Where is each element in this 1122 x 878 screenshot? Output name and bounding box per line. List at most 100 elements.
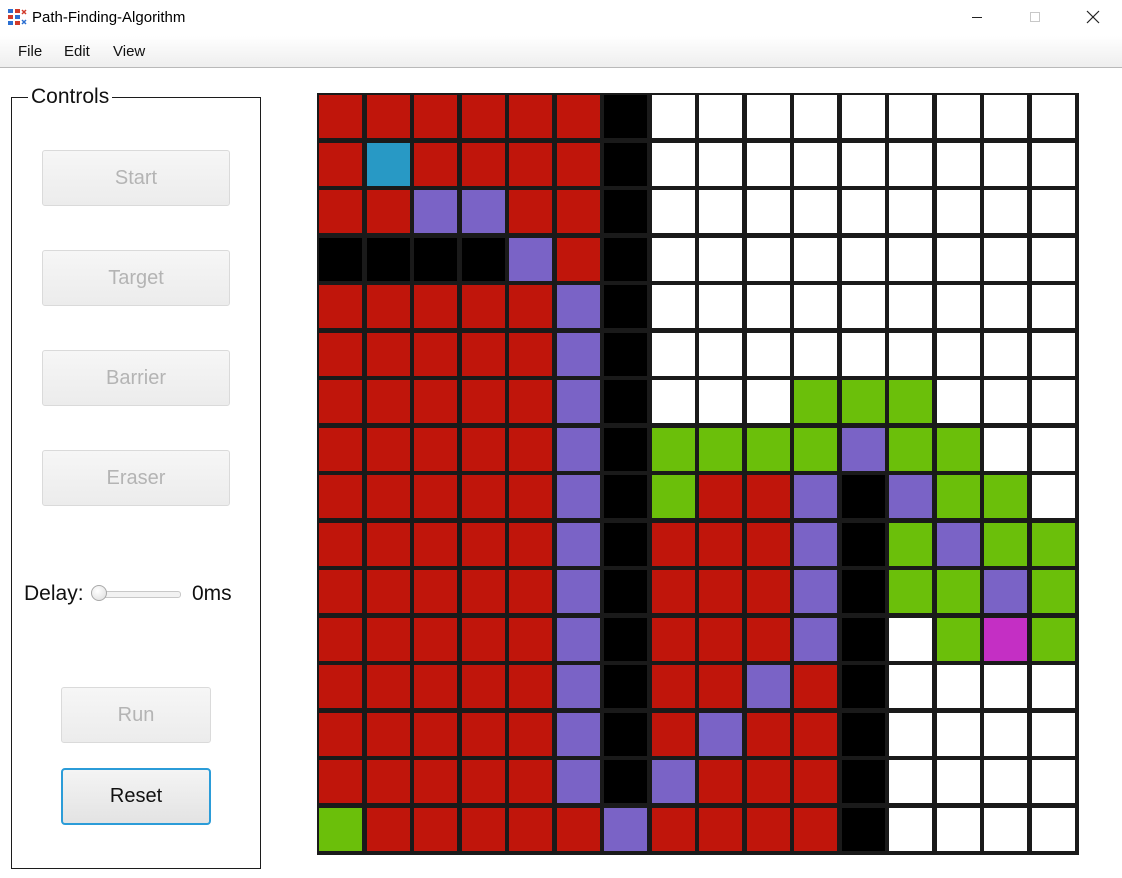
grid-cell-path[interactable]	[889, 475, 932, 518]
grid-cell-empty[interactable]	[699, 95, 742, 138]
grid-cell-empty[interactable]	[1032, 713, 1075, 756]
grid-cell-barrier[interactable]	[842, 523, 885, 566]
grid-cell-path[interactable]	[557, 285, 600, 328]
grid-cell-empty[interactable]	[984, 760, 1027, 803]
grid-cell-empty[interactable]	[652, 190, 695, 233]
grid-cell-visited[interactable]	[699, 523, 742, 566]
grid-cell-visited[interactable]	[367, 523, 410, 566]
grid-cell-empty[interactable]	[937, 285, 980, 328]
grid-cell-visited[interactable]	[462, 285, 505, 328]
grid-cell-empty[interactable]	[984, 665, 1027, 708]
grid-cell-visited[interactable]	[509, 523, 552, 566]
grid-cell-frontier[interactable]	[984, 475, 1027, 518]
grid-cell-empty[interactable]	[699, 380, 742, 423]
grid-cell-barrier[interactable]	[604, 95, 647, 138]
grid-cell-empty[interactable]	[747, 238, 790, 281]
grid-cell-visited[interactable]	[414, 380, 457, 423]
grid-cell-visited[interactable]	[747, 808, 790, 851]
grid-cell-frontier[interactable]	[937, 475, 980, 518]
grid-cell-visited[interactable]	[652, 618, 695, 661]
grid-cell-visited[interactable]	[557, 143, 600, 186]
grid-cell-visited[interactable]	[509, 143, 552, 186]
grid-cell-path[interactable]	[557, 570, 600, 613]
grid-cell-visited[interactable]	[794, 760, 837, 803]
grid-cell-visited[interactable]	[414, 428, 457, 471]
grid-cell-empty[interactable]	[937, 238, 980, 281]
grid-cell-visited[interactable]	[509, 333, 552, 376]
grid-cell-visited[interactable]	[462, 95, 505, 138]
grid-cell-visited[interactable]	[414, 333, 457, 376]
grid-cell-visited[interactable]	[462, 428, 505, 471]
grid-cell-barrier[interactable]	[842, 475, 885, 518]
grid-cell-path[interactable]	[509, 238, 552, 281]
grid-cell-empty[interactable]	[842, 190, 885, 233]
grid-cell-visited[interactable]	[414, 808, 457, 851]
grid-cell-path[interactable]	[794, 523, 837, 566]
grid-cell-visited[interactable]	[509, 760, 552, 803]
grid-cell-path[interactable]	[557, 333, 600, 376]
grid-cell-empty[interactable]	[794, 190, 837, 233]
grid-cell-visited[interactable]	[462, 808, 505, 851]
grid-cell-visited[interactable]	[699, 665, 742, 708]
grid-cell-path[interactable]	[414, 190, 457, 233]
grid-cell-empty[interactable]	[699, 143, 742, 186]
grid-cell-visited[interactable]	[462, 570, 505, 613]
maximize-button[interactable]	[1012, 0, 1058, 34]
grid-cell-barrier[interactable]	[604, 333, 647, 376]
grid-cell-frontier[interactable]	[794, 428, 837, 471]
grid-cell-visited[interactable]	[367, 95, 410, 138]
barrier-button[interactable]: Barrier	[42, 350, 230, 406]
grid-cell-visited[interactable]	[367, 760, 410, 803]
grid-cell-barrier[interactable]	[319, 238, 362, 281]
grid-cell-visited[interactable]	[367, 665, 410, 708]
grid-cell-visited[interactable]	[794, 665, 837, 708]
grid-cell-empty[interactable]	[984, 95, 1027, 138]
grid-cell-visited[interactable]	[319, 428, 362, 471]
grid-cell-frontier[interactable]	[889, 523, 932, 566]
grid-cell-empty[interactable]	[842, 285, 885, 328]
grid-cell-visited[interactable]	[699, 618, 742, 661]
grid-cell-visited[interactable]	[414, 713, 457, 756]
grid-cell-empty[interactable]	[984, 808, 1027, 851]
grid-cell-empty[interactable]	[889, 665, 932, 708]
grid-cell-visited[interactable]	[699, 760, 742, 803]
grid-cell-visited[interactable]	[367, 713, 410, 756]
grid-cell-empty[interactable]	[699, 190, 742, 233]
grid-cell-barrier[interactable]	[604, 380, 647, 423]
grid-cell-visited[interactable]	[699, 570, 742, 613]
grid-cell-frontier[interactable]	[889, 380, 932, 423]
grid-cell-path[interactable]	[557, 760, 600, 803]
grid-cell-path[interactable]	[794, 475, 837, 518]
grid-cell-path[interactable]	[794, 618, 837, 661]
grid-cell-barrier[interactable]	[842, 570, 885, 613]
grid-cell-empty[interactable]	[889, 333, 932, 376]
grid-cell-visited[interactable]	[319, 523, 362, 566]
grid-cell-barrier[interactable]	[842, 665, 885, 708]
grid-cell-visited[interactable]	[319, 333, 362, 376]
grid-cell-empty[interactable]	[652, 143, 695, 186]
grid-cell-visited[interactable]	[319, 475, 362, 518]
grid-cell-visited[interactable]	[462, 143, 505, 186]
grid-cell-empty[interactable]	[1032, 760, 1075, 803]
grid-cell-barrier[interactable]	[604, 713, 647, 756]
grid-cell-path[interactable]	[557, 713, 600, 756]
grid-cell-frontier[interactable]	[842, 380, 885, 423]
grid-cell-visited[interactable]	[652, 665, 695, 708]
grid-cell-visited[interactable]	[367, 380, 410, 423]
reset-button[interactable]: Reset	[61, 768, 211, 825]
grid-cell-visited[interactable]	[367, 570, 410, 613]
grid-cell-barrier[interactable]	[842, 713, 885, 756]
grid-cell-empty[interactable]	[889, 143, 932, 186]
grid-cell-visited[interactable]	[509, 570, 552, 613]
grid-cell-empty[interactable]	[794, 95, 837, 138]
grid-cell-empty[interactable]	[652, 285, 695, 328]
grid-cell-visited[interactable]	[319, 143, 362, 186]
grid-cell-empty[interactable]	[984, 428, 1027, 471]
grid-cell-visited[interactable]	[462, 713, 505, 756]
grid-cell-empty[interactable]	[984, 238, 1027, 281]
grid-cell-empty[interactable]	[652, 380, 695, 423]
path-grid[interactable]	[317, 93, 1079, 855]
grid-cell-barrier[interactable]	[367, 238, 410, 281]
grid-cell-visited[interactable]	[509, 475, 552, 518]
grid-cell-visited[interactable]	[699, 808, 742, 851]
